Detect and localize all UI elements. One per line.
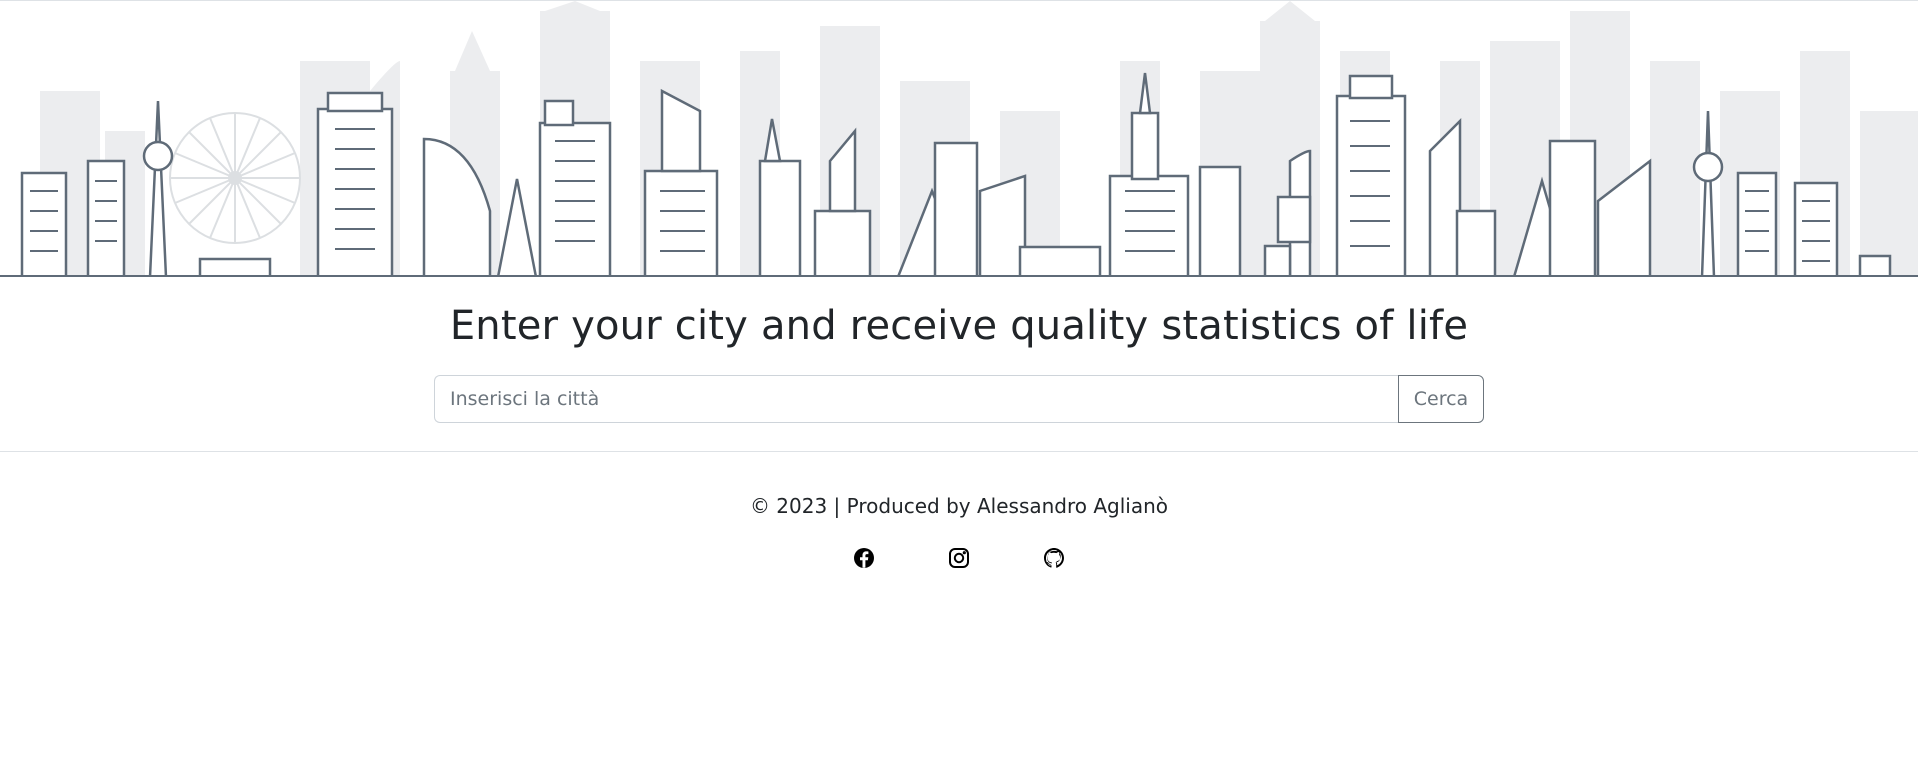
footer-divider <box>0 451 1918 452</box>
instagram-link[interactable] <box>947 546 971 570</box>
search-button[interactable]: Cerca <box>1398 375 1484 423</box>
city-search-form: Cerca <box>434 375 1484 423</box>
city-search-input[interactable] <box>434 375 1398 423</box>
city-skyline-banner <box>0 1 1918 277</box>
github-icon <box>1044 548 1064 568</box>
github-link[interactable] <box>1042 546 1066 570</box>
social-links <box>0 546 1918 570</box>
copyright-text: © 2023 | Produced by Alessandro Aglianò <box>749 494 1169 518</box>
instagram-icon <box>949 548 969 568</box>
facebook-link[interactable] <box>852 546 876 570</box>
facebook-icon <box>854 548 874 568</box>
page-title: Enter your city and receive quality stat… <box>449 303 1469 349</box>
